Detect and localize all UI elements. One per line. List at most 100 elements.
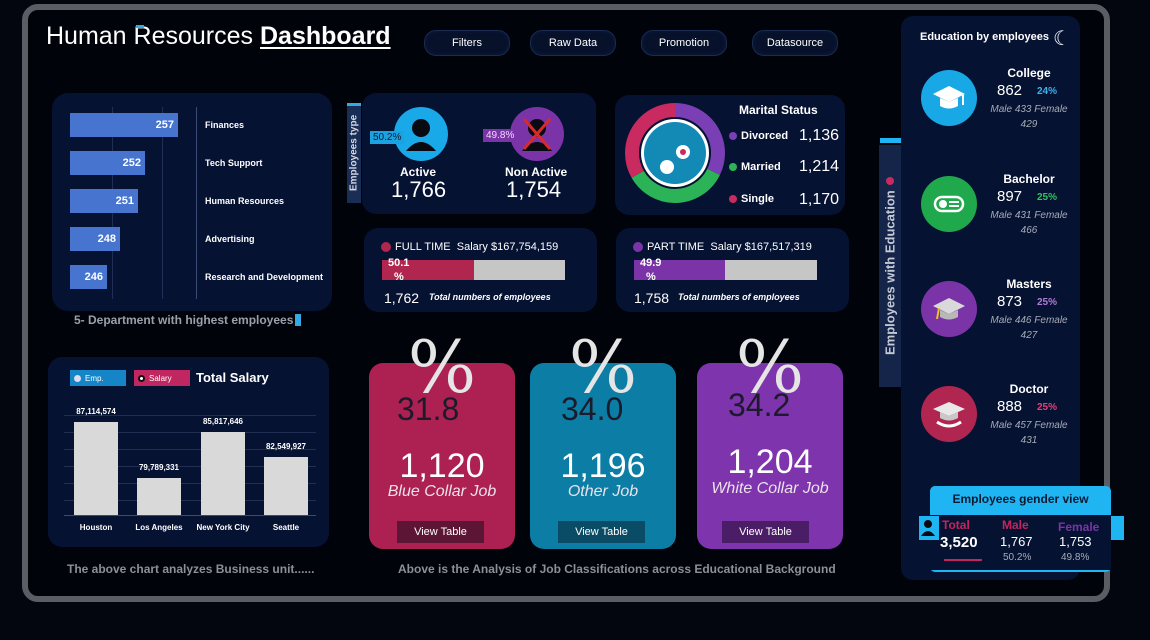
job-pct: 34.2: [728, 387, 791, 423]
raw-data-button[interactable]: Raw Data: [530, 30, 616, 56]
edu-name: Masters: [1006, 277, 1052, 291]
page-title: Human Resources Dashboard: [46, 22, 391, 50]
job-count: 1,120: [399, 447, 485, 485]
salary-bar-seattle[interactable]: [264, 456, 308, 515]
datasource-button[interactable]: Datasource: [752, 30, 838, 56]
doctoral-cap-icon: [921, 386, 977, 442]
female-pct: 49.8%: [1061, 552, 1090, 563]
marital-married-value: 1,214: [799, 158, 840, 175]
department-caption: 5- Department with highest employees: [74, 313, 302, 327]
person-icon: [921, 520, 935, 536]
legend-emp-toggle[interactable]: Emp.: [70, 370, 126, 386]
edu-gender: Male 446 Female 427: [990, 315, 1068, 341]
edu-count: 897: [997, 188, 1023, 205]
marital-divorced-value: 1,136: [799, 127, 840, 144]
view-table-button[interactable]: View Table: [722, 521, 809, 543]
full-time-count: 1,762: [384, 290, 420, 306]
part-time-header: PART TIME Salary $167,517,319: [633, 241, 812, 253]
view-table-button[interactable]: View Table: [397, 521, 484, 543]
part-time-count-label: Total numbers of employees: [678, 292, 800, 302]
gender-view-title: Employees gender view: [952, 492, 1089, 506]
gender-view-panel: Employees gender view Total 3,520 Male 1…: [930, 486, 1111, 572]
tab-dot: [886, 176, 894, 185]
department-panel: 257 Finances 252 Tech Support 251 Human …: [52, 93, 332, 311]
employees-education-tab[interactable]: Employees with Education: [879, 145, 901, 387]
salary-bar-los-angeles[interactable]: [137, 478, 181, 515]
full-time-pct: 50.1%: [388, 257, 410, 283]
job-label: Other Job: [567, 483, 639, 500]
graduation-cap-icon: [921, 70, 977, 126]
job-pct: 31.8: [397, 391, 460, 427]
dept-bar-research[interactable]: 246: [70, 265, 107, 289]
total-value: 3,520: [940, 534, 978, 551]
dept-bar-tech-support[interactable]: 252: [70, 151, 145, 175]
inactive-user-icon: [510, 107, 564, 161]
mortarboard-icon: [921, 281, 977, 337]
total-label: Total: [942, 518, 970, 532]
salary-chart-title: Total Salary: [196, 370, 269, 385]
legend-salary-toggle[interactable]: Salary: [134, 370, 190, 386]
dept-bar-finances[interactable]: 257: [70, 113, 178, 137]
salary-value-label: 82,549,927: [265, 441, 307, 451]
tab-accent: [880, 138, 901, 143]
edu-gender: Male 457 Female 431: [990, 420, 1068, 446]
job-card-other: % 34.0 1,196 Other Job View Table: [530, 327, 676, 549]
male-pct: 50.2%: [1003, 552, 1032, 563]
active-pct: 50.2%: [370, 131, 405, 144]
gender-side-tab: [919, 516, 939, 540]
dept-bar-human-resources[interactable]: 251: [70, 189, 138, 213]
salary-category-label: Seattle: [272, 523, 300, 532]
part-time-panel: PART TIME Salary $167,517,319 49.9% 1,75…: [616, 228, 849, 312]
education-bachelor: Bachelor 897 25% Male 431 Female 466: [901, 172, 1080, 262]
full-time-count-label: Total numbers of employees: [429, 292, 551, 302]
marital-single: Single: [729, 193, 774, 205]
employees-type-tab[interactable]: Employees type: [347, 103, 361, 203]
job-label: White Collar Job: [711, 480, 829, 497]
edu-gender: Male 431 Female 466: [990, 210, 1068, 236]
marital-divorced: Divorced: [729, 130, 788, 142]
job-card-blue-collar: % 31.8 1,120 Blue Collar Job View Table: [369, 327, 515, 549]
edu-pct: 24%: [1037, 86, 1058, 97]
job-pct: 34.0: [561, 391, 624, 427]
edu-count: 888: [997, 398, 1023, 415]
moon-icon[interactable]: ☾: [1053, 26, 1071, 51]
job-card-white-collar: % 34.2 1,204 White Collar Job View Table: [697, 327, 843, 549]
job-count: 1,196: [560, 447, 646, 485]
view-table-button[interactable]: View Table: [558, 521, 645, 543]
edu-gender: Male 433 Female 429: [990, 104, 1068, 130]
salary-caption: The above chart analyzes Business unit..…: [67, 562, 315, 576]
promotion-button[interactable]: Promotion: [641, 30, 727, 56]
dept-label: Finances: [205, 120, 245, 130]
job-count: 1,204: [727, 443, 813, 481]
toggle-icon: [138, 374, 145, 382]
jobs-caption: Above is the Analysis of Job Classificat…: [398, 562, 836, 576]
full-time-header: FULL TIME Salary $167,754,159: [381, 241, 558, 253]
salary-bar-houston[interactable]: [74, 421, 118, 515]
dept-label: Human Resources: [205, 196, 285, 206]
marital-title: Marital Status: [739, 103, 818, 117]
diploma-icon: [921, 176, 977, 232]
filters-button[interactable]: Filters: [424, 30, 510, 56]
salary-value-label: 79,789,331: [138, 463, 180, 473]
male-value: 1,767: [1000, 534, 1033, 549]
edu-count: 873: [997, 293, 1023, 310]
edu-pct: 25%: [1037, 192, 1058, 203]
marital-donut: [625, 103, 725, 203]
salary-bar-new-york-city[interactable]: [201, 431, 245, 515]
edu-pct: 25%: [1037, 297, 1058, 308]
dept-bar-advertising[interactable]: 248: [70, 227, 120, 251]
marital-married: Married: [729, 161, 781, 173]
part-time-count: 1,758: [634, 290, 670, 306]
education-masters: Masters 873 25% Male 446 Female 427: [901, 277, 1080, 367]
marital-status-panel: Marital Status Divorced 1,136 Married 1,…: [615, 95, 845, 215]
toggle-icon: [74, 374, 81, 382]
gender-side-tab: [1111, 516, 1124, 540]
male-label: Male: [1002, 518, 1029, 532]
part-time-pct: 49.9%: [640, 257, 662, 283]
edu-pct: 25%: [1037, 402, 1058, 413]
active-count: 1,766: [391, 177, 447, 202]
dept-label: Research and Development: [205, 272, 324, 282]
salary-value-label: 87,114,574: [76, 406, 116, 416]
job-label: Blue Collar Job: [387, 483, 497, 500]
employee-type-panel: 50.2% Active 1,766 49.8% Non Active 1,75…: [362, 93, 596, 214]
